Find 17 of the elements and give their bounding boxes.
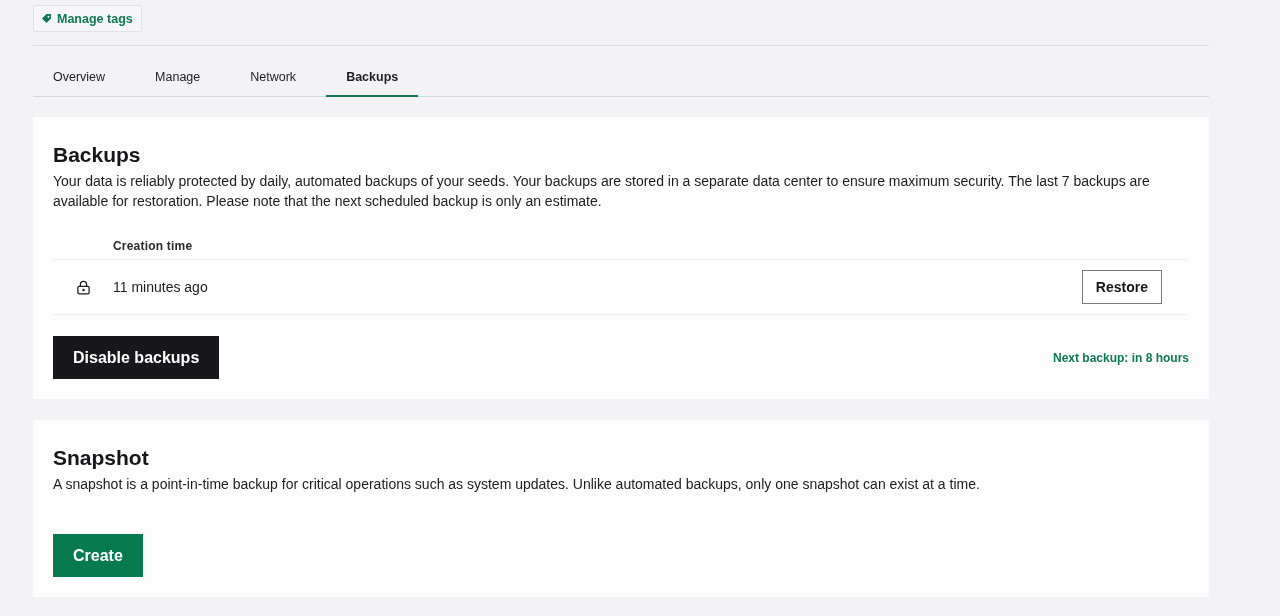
- disable-backups-button[interactable]: Disable backups: [53, 336, 220, 379]
- lock-icon: [75, 279, 91, 295]
- section-title: Snapshot: [53, 445, 150, 471]
- tag-icon: [42, 14, 51, 23]
- section-description: Your data is reliably protected by daily, automated backups of your seeds. Your backups are stored in a separate data center to ensure maximum security. The last 7 backups are available for restoration. Please note that the next scheduled backup is only an estimate.: [53, 172, 1151, 211]
- tab[interactable]: Backups: [326, 59, 419, 97]
- section-title: Backups: [53, 142, 142, 168]
- create-button[interactable]: Create: [53, 534, 143, 577]
- restore-button[interactable]: Restore: [1081, 270, 1162, 304]
- section-description: A snapshot is a point-in-time backup for critical operations such as system updates. Unlike automated backups, only one snapshot can exist at a time.: [53, 475, 981, 494]
- column-header: Creation time: [113, 238, 194, 253]
- tab[interactable]: Network: [230, 59, 317, 97]
- tab[interactable]: Manage: [135, 59, 221, 97]
- tab[interactable]: Overview: [33, 59, 126, 97]
- next-backup-text: Next backup: in 8 hours: [1052, 350, 1189, 365]
- creation-time-cell-text: 11 minutes ago: [113, 279, 209, 295]
- manage-tags-button[interactable]: Manage tags: [33, 5, 142, 32]
